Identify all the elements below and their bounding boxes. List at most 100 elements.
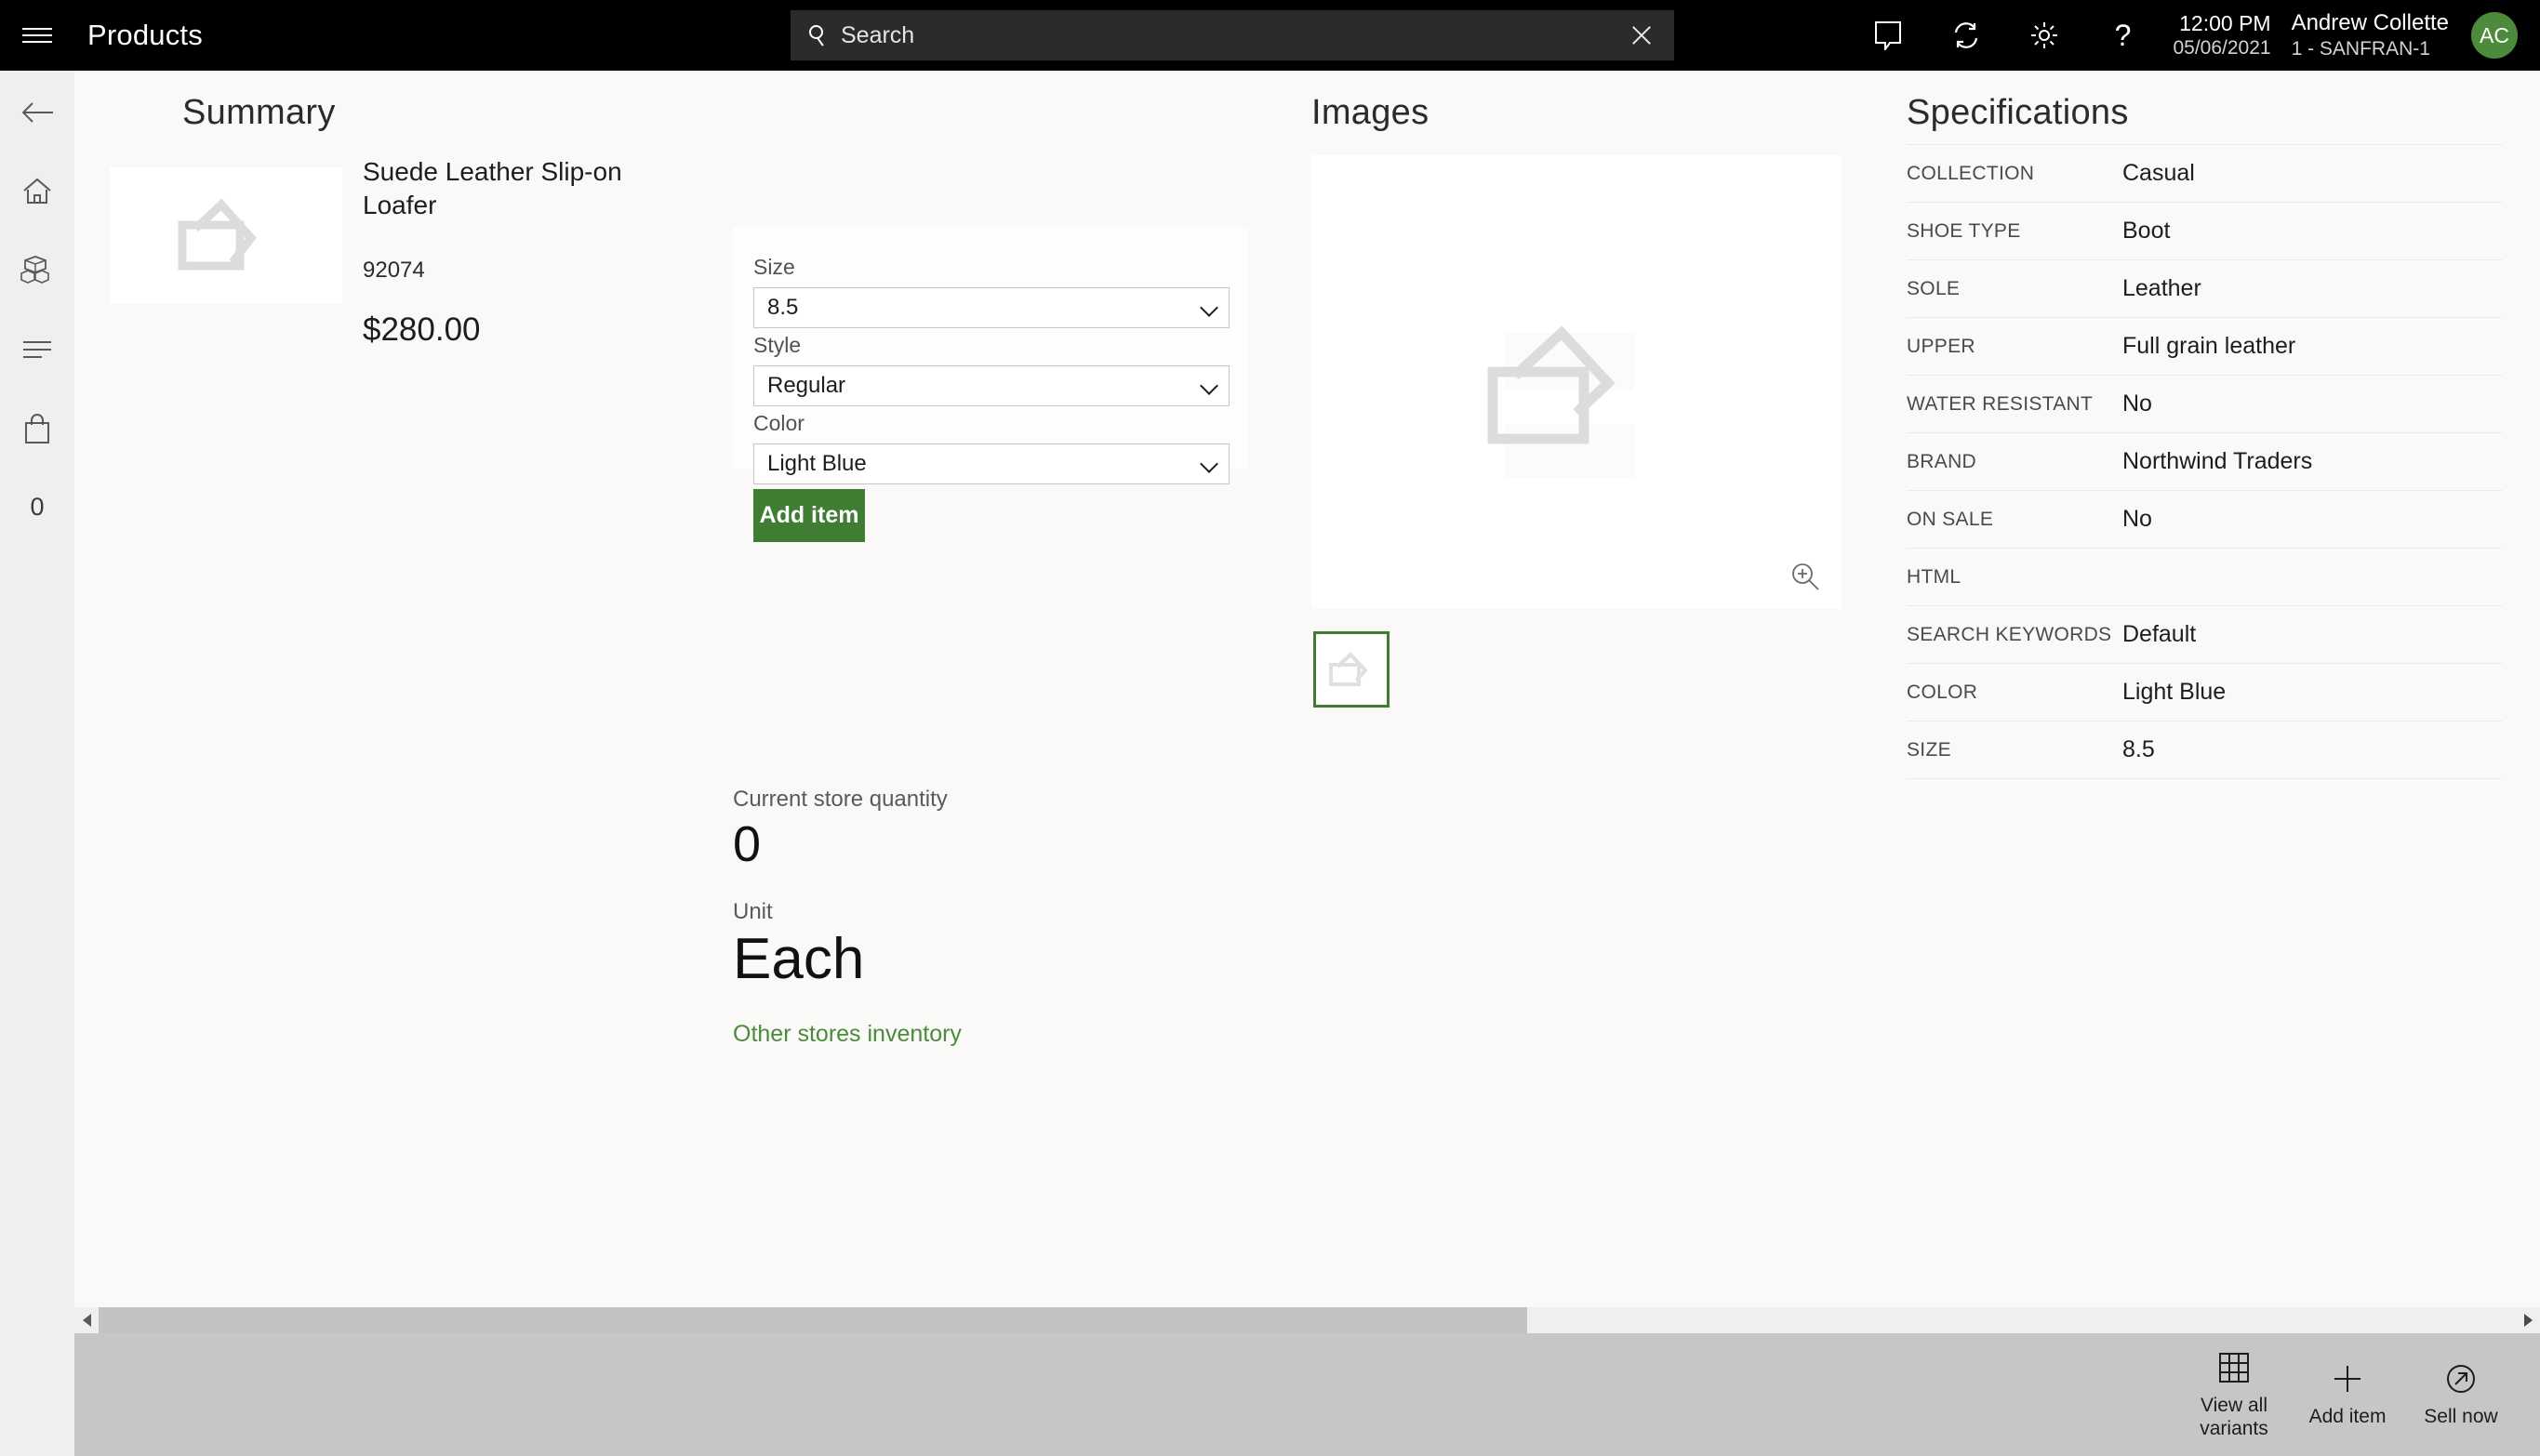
spec-key: HTML bbox=[1907, 565, 1962, 588]
sell-now-button[interactable]: Sell now bbox=[2404, 1333, 2518, 1456]
spec-key: UPPER bbox=[1907, 335, 1975, 357]
color-select[interactable]: Light Blue bbox=[753, 443, 1230, 484]
image-thumbnail[interactable] bbox=[1313, 631, 1390, 708]
table-row: SIZE 8.5 bbox=[1907, 721, 2502, 779]
user-info[interactable]: Andrew Collette 1 - SANFRAN-1 bbox=[2292, 9, 2449, 61]
list-icon[interactable] bbox=[0, 310, 74, 389]
spec-value: Full grain leather bbox=[2122, 333, 2296, 359]
specifications-title: Specifications bbox=[1907, 93, 2129, 132]
avatar[interactable]: AC bbox=[2471, 12, 2518, 59]
unit-label: Unit bbox=[733, 898, 773, 924]
style-value: Regular bbox=[767, 373, 846, 398]
color-label: Color bbox=[753, 411, 805, 435]
close-icon[interactable] bbox=[1626, 20, 1657, 51]
color-value: Light Blue bbox=[767, 451, 867, 476]
size-select[interactable]: 8.5 bbox=[753, 287, 1230, 328]
variant-selection-card: Size 8.5 Style Regular Color Light Blue … bbox=[733, 227, 1249, 542]
products-icon[interactable] bbox=[0, 231, 74, 310]
spec-value: Boot bbox=[2122, 218, 2171, 244]
gear-icon[interactable] bbox=[2005, 0, 2083, 71]
user-store: 1 - SANFRAN-1 bbox=[2291, 37, 2430, 60]
style-select[interactable]: Regular bbox=[753, 365, 1230, 406]
help-icon[interactable]: ? bbox=[2083, 0, 2161, 71]
table-row: COLOR Light Blue bbox=[1907, 664, 2502, 721]
spec-key: SIZE bbox=[1907, 738, 1951, 761]
spec-value: Leather bbox=[2122, 275, 2201, 301]
table-row: HTML bbox=[1907, 549, 2502, 606]
spec-value: Default bbox=[2122, 621, 2197, 647]
add-item-command-button[interactable]: Add item bbox=[2291, 1333, 2404, 1456]
table-row: SOLE Leather bbox=[1907, 260, 2502, 318]
plus-icon bbox=[2332, 1360, 2363, 1397]
current-store-quantity-label: Current store quantity bbox=[733, 787, 948, 812]
chevron-down-icon bbox=[1200, 455, 1218, 473]
chevron-left-icon[interactable] bbox=[74, 1307, 99, 1333]
left-navigation-rail: 0 bbox=[0, 71, 74, 1456]
spec-key: COLOR bbox=[1907, 681, 1978, 703]
hamburger-icon[interactable] bbox=[0, 0, 74, 71]
main-content: Summary Suede Leather Slip-on Loafer 920… bbox=[74, 71, 2540, 1307]
top-app-bar: Products Search ? 12:00 PM 05/06/2021 An… bbox=[0, 0, 2540, 71]
scrollbar-thumb[interactable] bbox=[99, 1307, 1527, 1333]
other-stores-inventory-link[interactable]: Other stores inventory bbox=[733, 1021, 962, 1048]
spec-value: No bbox=[2122, 390, 2152, 417]
current-date: 05/06/2021 bbox=[2173, 37, 2271, 60]
current-time: 12:00 PM bbox=[2179, 10, 2271, 35]
product-price: $280.00 bbox=[363, 311, 481, 348]
table-row: UPPER Full grain leather bbox=[1907, 318, 2502, 376]
sync-icon[interactable] bbox=[1927, 0, 2005, 71]
table-row: ON SALE No bbox=[1907, 491, 2502, 549]
search-box[interactable] bbox=[791, 10, 1674, 60]
add-item-command-label: Add item bbox=[2308, 1406, 2387, 1428]
spec-key: WATER RESISTANT bbox=[1907, 392, 2094, 415]
spec-key: BRAND bbox=[1907, 450, 1977, 472]
size-value: 8.5 bbox=[767, 295, 799, 320]
search-icon bbox=[807, 23, 831, 47]
chevron-down-icon bbox=[1200, 377, 1218, 395]
home-icon[interactable] bbox=[0, 152, 74, 231]
horizontal-scrollbar[interactable] bbox=[74, 1307, 2540, 1333]
unit-value: Each bbox=[733, 926, 865, 991]
search-input[interactable] bbox=[841, 21, 1626, 49]
sell-now-label: Sell now bbox=[2424, 1406, 2498, 1428]
back-arrow-icon[interactable] bbox=[0, 73, 74, 152]
zoom-in-icon[interactable] bbox=[1789, 561, 1821, 592]
spec-value: Light Blue bbox=[2122, 679, 2227, 705]
image-placeholder-icon bbox=[178, 198, 257, 270]
grid-icon bbox=[2218, 1349, 2250, 1386]
view-all-variants-button[interactable]: View all variants bbox=[2177, 1333, 2291, 1456]
spec-key: SHOE TYPE bbox=[1907, 219, 2021, 242]
image-placeholder-icon bbox=[1487, 325, 1634, 478]
size-label: Size bbox=[753, 255, 795, 279]
spec-value: Northwind Traders bbox=[2122, 448, 2313, 474]
scrollbar-track[interactable] bbox=[99, 1307, 2516, 1333]
bottom-command-bar: View all variants Add item Sell now bbox=[74, 1333, 2540, 1456]
images-title: Images bbox=[1311, 93, 1430, 132]
add-item-button[interactable]: Add item bbox=[753, 489, 865, 542]
inventory-block: Current store quantity 0 Unit Each Other… bbox=[733, 787, 1254, 1048]
image-placeholder-icon bbox=[1329, 652, 1368, 686]
spec-value: No bbox=[2122, 506, 2152, 532]
table-row: COLLECTION Casual bbox=[1907, 145, 2502, 203]
style-label: Style bbox=[753, 333, 802, 357]
spec-value: 8.5 bbox=[2122, 736, 2155, 762]
main-product-image[interactable] bbox=[1311, 155, 1842, 609]
page-title: Products bbox=[87, 19, 203, 51]
chevron-right-icon[interactable] bbox=[2516, 1307, 2540, 1333]
cart-count-badge[interactable]: 0 bbox=[0, 468, 74, 547]
table-row: WATER RESISTANT No bbox=[1907, 376, 2502, 433]
product-thumbnail[interactable] bbox=[110, 167, 342, 304]
shopping-bag-icon[interactable] bbox=[0, 389, 74, 468]
summary-section: Summary bbox=[110, 93, 1217, 133]
color-field: Color Light Blue bbox=[753, 411, 1230, 484]
user-name: Andrew Collette bbox=[2291, 9, 2449, 35]
spec-value: Casual bbox=[2122, 160, 2195, 186]
spec-key: ON SALE bbox=[1907, 508, 1994, 530]
comment-icon[interactable] bbox=[1849, 0, 1927, 71]
spec-key: SEARCH KEYWORDS bbox=[1907, 623, 2112, 645]
arrow-circle-icon bbox=[2445, 1360, 2477, 1397]
style-field: Style Regular bbox=[753, 333, 1230, 406]
table-row: SEARCH KEYWORDS Default bbox=[1907, 606, 2502, 664]
view-all-variants-label: View all variants bbox=[2200, 1394, 2268, 1439]
product-number: 92074 bbox=[363, 257, 425, 283]
